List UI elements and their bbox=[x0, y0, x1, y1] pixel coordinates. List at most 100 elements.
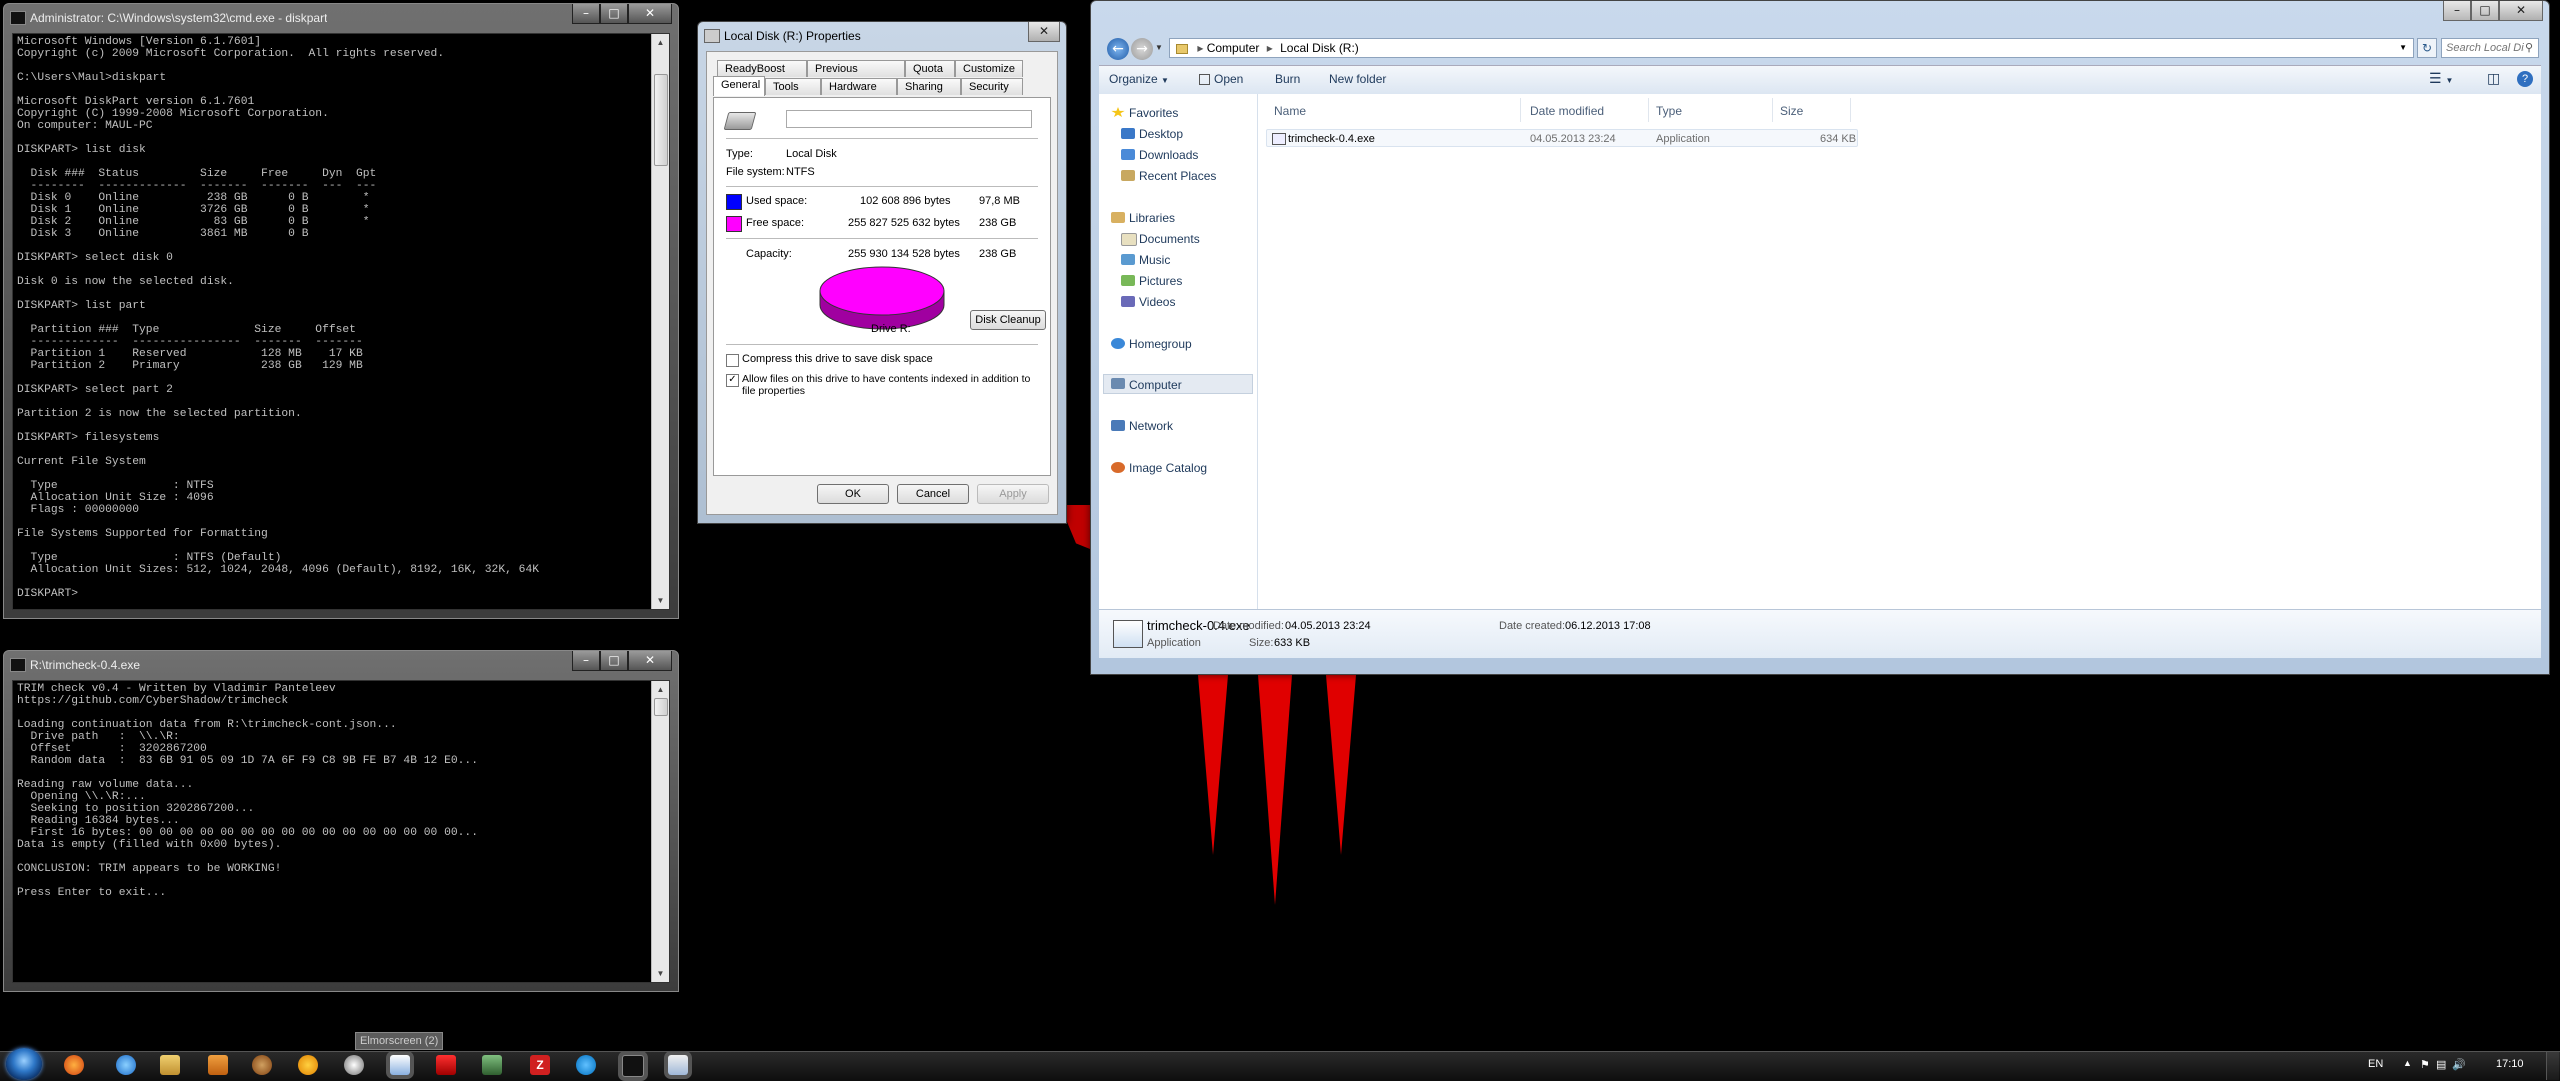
tab-hardware[interactable]: Hardware bbox=[821, 78, 897, 95]
action-center-icon[interactable]: ⚑ bbox=[2420, 1058, 2430, 1071]
title-bar[interactable]: Local Disk (R:) Properties ✕ bbox=[698, 22, 1066, 52]
column-separator[interactable] bbox=[1648, 98, 1649, 122]
skype-icon[interactable] bbox=[576, 1055, 596, 1075]
nav-recent-places[interactable]: Recent Places bbox=[1139, 169, 1216, 183]
address-dropdown-icon[interactable]: ▼ bbox=[2399, 39, 2407, 57]
filezilla-icon[interactable]: Z bbox=[530, 1055, 550, 1075]
properties-dialog[interactable]: Local Disk (R:) Properties ✕ ReadyBoost … bbox=[697, 21, 1067, 524]
console-area[interactable]: Microsoft Windows [Version 6.1.7601] Cop… bbox=[12, 33, 670, 610]
file-explorer-icon[interactable] bbox=[160, 1055, 180, 1075]
volume-icon[interactable]: 🔊 bbox=[2452, 1058, 2466, 1071]
organize-button[interactable]: Organize ▼ bbox=[1109, 72, 1169, 86]
explorer-window-icon[interactable] bbox=[668, 1055, 688, 1075]
burn-button[interactable]: Burn bbox=[1275, 72, 1300, 86]
nav-music[interactable]: Music bbox=[1139, 253, 1170, 267]
gmail-icon[interactable] bbox=[436, 1055, 456, 1075]
tab-readyboost[interactable]: ReadyBoost bbox=[717, 60, 807, 77]
close-button[interactable]: ✕ bbox=[628, 4, 672, 24]
forward-button[interactable]: → bbox=[1131, 38, 1153, 60]
tab-general[interactable]: General bbox=[713, 76, 765, 96]
start-button[interactable] bbox=[6, 1048, 42, 1080]
trimcheck-window[interactable]: R:\trimcheck-0.4.exe – □ ✕ TRIM check v0… bbox=[3, 650, 679, 992]
close-button[interactable]: ✕ bbox=[628, 651, 672, 671]
nav-videos[interactable]: Videos bbox=[1139, 295, 1175, 309]
scrollbar-thumb[interactable] bbox=[654, 698, 668, 716]
column-header-size[interactable]: Size bbox=[1780, 104, 1803, 118]
tab-previous-versions[interactable]: Previous Versions bbox=[807, 60, 905, 92]
network-tray-icon[interactable]: ▤ bbox=[2436, 1058, 2446, 1071]
nav-favorites[interactable]: Favorites bbox=[1129, 106, 1178, 120]
warning-app-icon[interactable] bbox=[298, 1055, 318, 1075]
tab-customize[interactable]: Customize bbox=[955, 60, 1023, 77]
minimize-button[interactable]: – bbox=[572, 4, 600, 24]
clock[interactable]: 17:10 bbox=[2496, 1058, 2524, 1070]
show-desktop-button[interactable] bbox=[2546, 1052, 2559, 1080]
address-bar[interactable]: ▸ Computer ▸ Local Disk (R:) ▼ bbox=[1169, 38, 2414, 58]
app-icon[interactable] bbox=[482, 1055, 502, 1075]
nav-documents[interactable]: Documents bbox=[1139, 232, 1200, 246]
nav-libraries[interactable]: Libraries bbox=[1129, 211, 1175, 225]
vertical-scrollbar[interactable]: ▲ ▼ bbox=[651, 34, 669, 609]
scroll-down-arrow-icon[interactable]: ▼ bbox=[652, 592, 669, 609]
view-options-icon[interactable]: ☰ ▼ bbox=[2429, 70, 2453, 87]
compress-checkbox[interactable] bbox=[726, 354, 739, 367]
cmd-icon[interactable] bbox=[622, 1055, 644, 1077]
elmorscreen-icon[interactable] bbox=[390, 1055, 410, 1075]
index-checkbox[interactable]: ✓ bbox=[726, 374, 739, 387]
title-bar[interactable]: Administrator: C:\Windows\system32\cmd.e… bbox=[4, 4, 678, 34]
ok-button[interactable]: OK bbox=[817, 484, 889, 504]
column-header-date-modified[interactable]: Date modified bbox=[1530, 104, 1604, 118]
language-indicator[interactable]: EN bbox=[2368, 1058, 2383, 1070]
drive-name-field[interactable] bbox=[786, 110, 1032, 128]
scroll-down-arrow-icon[interactable]: ▼ bbox=[652, 965, 669, 982]
apply-button[interactable]: Apply bbox=[977, 484, 1049, 504]
firefox-icon[interactable] bbox=[64, 1055, 84, 1075]
nav-homegroup[interactable]: Homegroup bbox=[1129, 337, 1192, 351]
column-header-name[interactable]: Name bbox=[1274, 104, 1306, 118]
internet-explorer-icon[interactable] bbox=[116, 1055, 136, 1075]
app-icon[interactable] bbox=[252, 1055, 272, 1075]
column-separator[interactable] bbox=[1850, 98, 1851, 122]
breadcrumb-computer[interactable]: Computer bbox=[1207, 41, 1260, 55]
column-header-type[interactable]: Type bbox=[1656, 104, 1682, 118]
maximize-button[interactable]: □ bbox=[600, 4, 628, 24]
close-button[interactable]: ✕ bbox=[1028, 22, 1060, 42]
nav-pictures[interactable]: Pictures bbox=[1139, 274, 1182, 288]
tab-quota[interactable]: Quota bbox=[905, 60, 955, 77]
disk-cleanup-button[interactable]: Disk Cleanup bbox=[970, 310, 1046, 330]
back-button[interactable]: ← bbox=[1107, 38, 1129, 60]
nav-desktop[interactable]: Desktop bbox=[1139, 127, 1183, 141]
open-button[interactable]: Open bbox=[1199, 72, 1243, 86]
breadcrumb-local-disk[interactable]: Local Disk (R:) bbox=[1280, 41, 1359, 55]
title-bar[interactable]: R:\trimcheck-0.4.exe – □ ✕ bbox=[4, 651, 678, 681]
cancel-button[interactable]: Cancel bbox=[897, 484, 969, 504]
vertical-scrollbar[interactable]: ▲ ▼ bbox=[651, 681, 669, 982]
tab-sharing[interactable]: Sharing bbox=[897, 78, 961, 95]
refresh-icon[interactable]: ↻ bbox=[2417, 38, 2437, 58]
pictures-icon bbox=[1121, 275, 1135, 286]
recent-pages-chevron-icon[interactable]: ▼ bbox=[1155, 43, 1163, 52]
diskpart-window[interactable]: Administrator: C:\Windows\system32\cmd.e… bbox=[3, 3, 679, 619]
nav-image-catalog[interactable]: Image Catalog bbox=[1129, 461, 1207, 475]
tab-security[interactable]: Security bbox=[961, 78, 1023, 95]
preview-pane-icon[interactable]: ◫ bbox=[2487, 70, 2500, 87]
column-separator[interactable] bbox=[1520, 98, 1521, 122]
media-player-icon[interactable] bbox=[208, 1055, 228, 1075]
capacity-short: 238 GB bbox=[979, 248, 1017, 260]
maximize-button[interactable]: □ bbox=[600, 651, 628, 671]
show-hidden-icons-icon[interactable]: ▲ bbox=[2403, 1058, 2412, 1068]
nav-computer[interactable]: Computer bbox=[1129, 378, 1182, 392]
column-separator[interactable] bbox=[1772, 98, 1773, 122]
new-folder-button[interactable]: New folder bbox=[1329, 72, 1386, 86]
scrollbar-thumb[interactable] bbox=[654, 74, 668, 166]
explorer-window[interactable]: – □ ✕ ← → ▼ ▸ Computer ▸ Local Disk (R:)… bbox=[1090, 0, 2550, 675]
camera-icon[interactable] bbox=[344, 1055, 364, 1075]
scroll-up-arrow-icon[interactable]: ▲ bbox=[652, 34, 669, 51]
minimize-button[interactable]: – bbox=[572, 651, 600, 671]
nav-network[interactable]: Network bbox=[1129, 419, 1173, 433]
nav-downloads[interactable]: Downloads bbox=[1139, 148, 1198, 162]
console-area[interactable]: TRIM check v0.4 - Written by Vladimir Pa… bbox=[12, 680, 670, 983]
help-icon[interactable]: ? bbox=[2517, 71, 2533, 87]
scroll-up-arrow-icon[interactable]: ▲ bbox=[652, 681, 669, 698]
tab-tools[interactable]: Tools bbox=[765, 78, 821, 95]
